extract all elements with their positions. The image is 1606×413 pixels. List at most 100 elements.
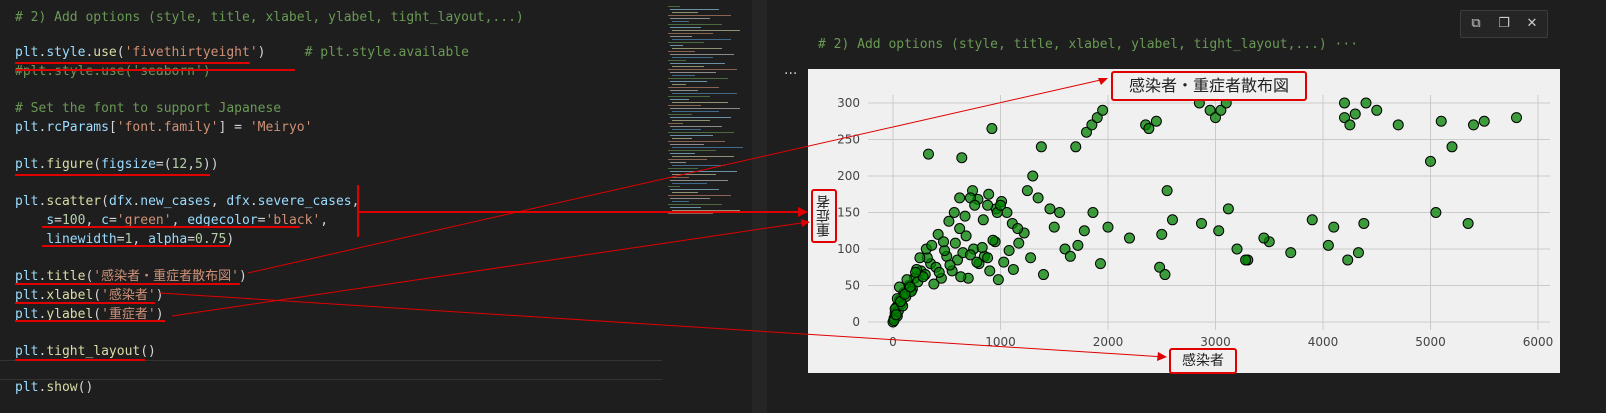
chart-title: 感染者・重症者散布図	[1111, 71, 1307, 101]
scatter-point	[986, 123, 998, 135]
x-tick-label: 3000	[1200, 335, 1231, 349]
scatter-point	[1328, 221, 1340, 233]
scatter-point	[998, 256, 1010, 268]
scatter-point	[1435, 115, 1447, 127]
y-tick-label: 300	[837, 96, 860, 110]
y-tick-label: 100	[837, 242, 860, 256]
scatter-point	[1054, 207, 1066, 218]
scatter-point	[995, 199, 1006, 211]
scatter-point	[1038, 269, 1049, 281]
scatter-point	[1468, 119, 1479, 131]
scatter-point	[904, 281, 916, 293]
overlay-svg: 0 1000 2000 3000 4000 5000 6000050100150200250…	[159, 78, 1554, 361]
scatter-point	[955, 271, 967, 283]
arrowhead	[1157, 352, 1167, 361]
scatter-point	[933, 266, 945, 278]
scatter-point	[976, 242, 988, 254]
y-tick-label: 200	[837, 169, 860, 183]
scatter-point	[1032, 192, 1044, 204]
scatter-point	[1392, 119, 1404, 131]
x-tick-label: 0	[889, 335, 897, 349]
scatter-point	[1070, 141, 1082, 153]
scatter-point	[1339, 97, 1350, 109]
x-axis-label: 感染者	[1169, 348, 1237, 374]
scatter-point	[1344, 119, 1356, 131]
scatter-point	[971, 256, 983, 268]
scatter-point	[969, 199, 981, 211]
x-tick-label: 5000	[1415, 335, 1446, 349]
scatter-point	[910, 266, 922, 278]
scatter-point	[1161, 185, 1173, 197]
scatter-point	[1025, 252, 1037, 264]
scatter-point	[1021, 185, 1033, 197]
scatter-point	[1430, 207, 1442, 218]
scatter-point	[1013, 237, 1025, 249]
scatter-point	[1156, 228, 1168, 240]
y-tick-label: 150	[837, 206, 860, 220]
scatter-point	[1048, 221, 1060, 233]
scatter-point	[982, 199, 994, 211]
scatter-point	[1167, 214, 1178, 226]
scatter-point	[1240, 254, 1252, 266]
scatter-point	[954, 223, 966, 235]
scatter-point	[1213, 225, 1225, 237]
y-tick-label: 0	[852, 315, 860, 329]
scatter-point	[1003, 244, 1015, 256]
annotation-arrow-xlabel	[159, 292, 1166, 358]
scatter-point	[1035, 141, 1047, 153]
x-tick-label: 2000	[1093, 335, 1124, 349]
scatter-point	[1322, 239, 1334, 251]
scatter-point	[1360, 97, 1372, 109]
scatter-point	[1102, 221, 1114, 233]
scatter-point	[943, 215, 955, 227]
scatter-point	[1511, 112, 1522, 124]
scatter-point	[890, 309, 902, 321]
scatter-point	[1027, 170, 1039, 182]
scatter-point	[1012, 223, 1024, 235]
scatter-point	[982, 252, 994, 264]
scatter-point	[944, 259, 956, 271]
scatter-point	[977, 214, 989, 226]
scatter-point	[1196, 217, 1208, 229]
scatter-point	[948, 207, 960, 218]
y-tick-label: 250	[837, 133, 860, 147]
scatter-point	[928, 278, 940, 290]
scatter-point	[1094, 258, 1106, 270]
scatter-point	[1285, 247, 1297, 259]
arrowhead	[801, 219, 810, 227]
scatter-point	[1349, 108, 1361, 120]
scatter-point	[959, 210, 971, 222]
scatter-point	[914, 252, 926, 264]
y-axis-label: 重症者	[811, 189, 837, 243]
scatter-point	[1371, 104, 1383, 116]
scatter-point	[1124, 232, 1135, 244]
scatter-point	[1462, 217, 1474, 229]
scatter-point	[1425, 155, 1436, 167]
scatter-point	[1258, 232, 1270, 244]
scatter-point	[1150, 115, 1162, 127]
scatter-point	[984, 265, 996, 277]
scatter-point	[1097, 104, 1109, 116]
scatter-point	[938, 236, 950, 248]
scatter-point	[1222, 203, 1234, 215]
scatter-point	[1306, 214, 1318, 226]
y-tick-label: 50	[845, 279, 860, 293]
arrowhead	[798, 207, 808, 217]
x-tick-label: 4000	[1308, 335, 1339, 349]
scatter-point	[1078, 225, 1090, 237]
scatter-point	[922, 148, 934, 160]
scatter-point	[926, 239, 938, 251]
scatter-point	[992, 274, 1004, 286]
scatter-point	[1064, 250, 1076, 262]
scatter-point	[1044, 203, 1056, 215]
scatter-point	[1358, 217, 1370, 229]
scatter-point	[949, 237, 961, 249]
scatter-point	[987, 234, 999, 246]
scatter-point	[1159, 269, 1171, 281]
scatter-point	[1352, 247, 1364, 259]
arrowhead	[1098, 78, 1108, 85]
x-tick-label: 6000	[1523, 335, 1554, 349]
scatter-point	[956, 152, 968, 164]
scatter-point	[1446, 141, 1458, 153]
scatter-point	[954, 192, 966, 204]
